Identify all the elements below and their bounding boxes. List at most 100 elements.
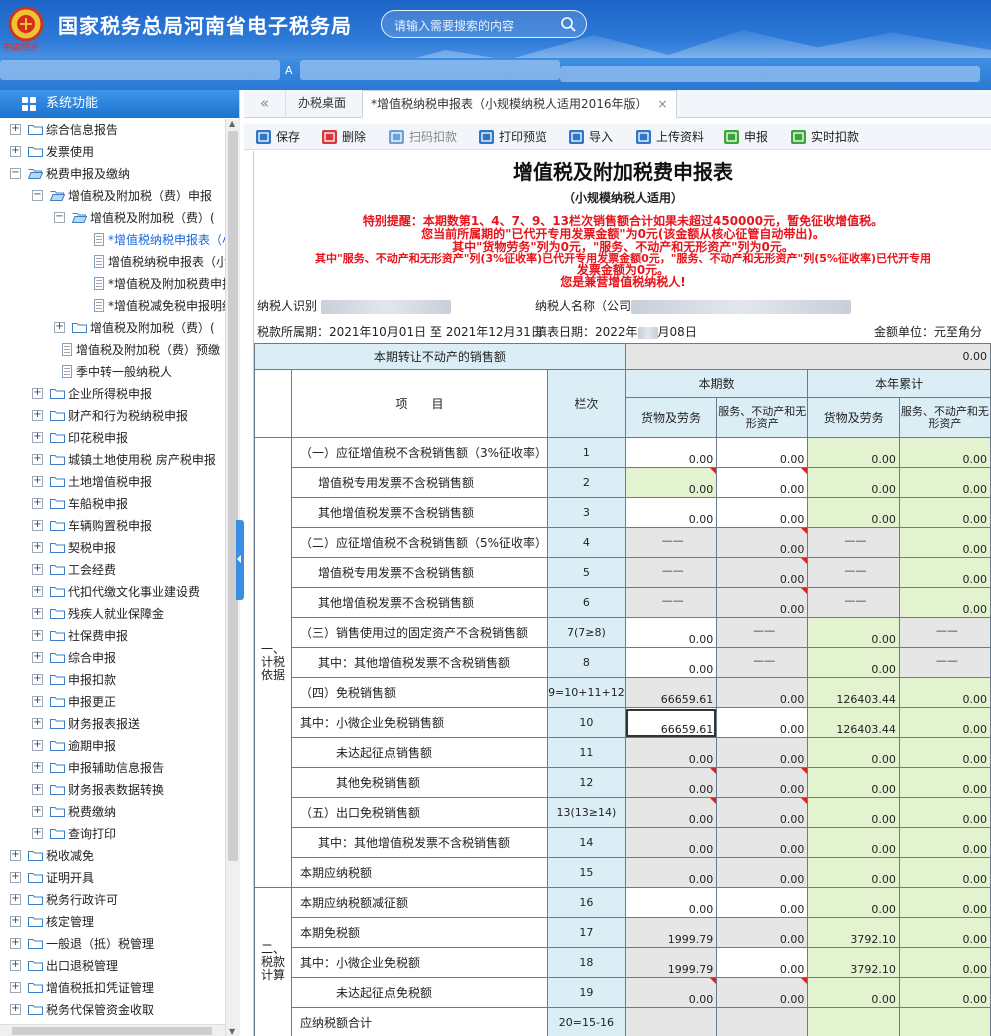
toolbar-button[interactable]: 上传资料: [636, 128, 704, 146]
amount-cell[interactable]: 0.00: [624, 497, 718, 528]
amount-cell[interactable]: 0.00: [898, 527, 991, 558]
sidebar-item[interactable]: 季中转一般纳税人: [0, 361, 225, 383]
amount-cell[interactable]: 0.00: [807, 827, 900, 858]
sidebar-item[interactable]: + 残疾人就业保障金: [0, 603, 225, 625]
expand-icon[interactable]: +: [32, 542, 43, 553]
amount-cell[interactable]: 0.00: [898, 677, 991, 708]
expand-icon[interactable]: +: [10, 982, 21, 993]
sidebar-item[interactable]: + 核定管理: [0, 911, 225, 933]
collapse-icon[interactable]: −: [10, 168, 21, 179]
amount-cell[interactable]: 0.00: [898, 437, 991, 468]
amount-cell[interactable]: [807, 1007, 900, 1036]
sidebar-item[interactable]: − 税费申报及缴纳: [0, 163, 225, 185]
sidebar-item[interactable]: + 契税申报: [0, 537, 225, 559]
hscrollbar-thumb[interactable]: [12, 1027, 212, 1035]
expand-icon[interactable]: +: [32, 762, 43, 773]
amount-cell[interactable]: 3792.10: [807, 917, 900, 948]
amount-cell[interactable]: 0.00: [898, 887, 991, 918]
amount-cell[interactable]: 0.00: [807, 857, 900, 888]
amount-cell[interactable]: 0.00: [898, 737, 991, 768]
sidebar-item[interactable]: + 综合信息报告: [0, 119, 225, 141]
sidebar-item[interactable]: + 代扣代缴文化事业建设费: [0, 581, 225, 603]
expand-icon[interactable]: +: [10, 146, 21, 157]
sidebar-item[interactable]: + 证明开具: [0, 867, 225, 889]
toolbar-button[interactable]: 申报: [724, 128, 768, 146]
close-icon[interactable]: ×: [658, 97, 668, 111]
expand-icon[interactable]: +: [10, 916, 21, 927]
sidebar-item[interactable]: + 申报更正: [0, 691, 225, 713]
sidebar-item[interactable]: + 车辆购置税申报: [0, 515, 225, 537]
amount-cell[interactable]: 0.00: [807, 467, 900, 498]
expand-icon[interactable]: +: [32, 410, 43, 421]
expand-icon[interactable]: +: [54, 322, 65, 333]
expand-icon[interactable]: +: [32, 388, 43, 399]
amount-cell[interactable]: 0.00: [716, 497, 809, 528]
expand-icon[interactable]: +: [32, 718, 43, 729]
amount-cell[interactable]: 0.00: [624, 437, 718, 468]
amount-cell[interactable]: 126403.44: [807, 677, 900, 708]
expand-icon[interactable]: +: [10, 124, 21, 135]
amount-cell[interactable]: 0.00: [898, 767, 991, 798]
sidebar-item[interactable]: + 申报扣款: [0, 669, 225, 691]
sidebar-item[interactable]: + 税务代保管资金收取: [0, 999, 225, 1021]
expand-icon[interactable]: +: [10, 894, 21, 905]
expand-icon[interactable]: +: [32, 454, 43, 465]
sidebar-item[interactable]: + 工会经费: [0, 559, 225, 581]
sidebar-item[interactable]: + 出口退税管理: [0, 955, 225, 977]
amount-cell[interactable]: 0.00: [807, 647, 900, 678]
amount-cell[interactable]: 0.00: [716, 707, 809, 738]
sidebar-hscrollbar[interactable]: [0, 1024, 225, 1036]
sidebar-item[interactable]: + 社保费申报: [0, 625, 225, 647]
sidebar-item[interactable]: + 城镇土地使用税 房产税申报: [0, 449, 225, 471]
sidebar-item[interactable]: + 土地增值税申报: [0, 471, 225, 493]
amount-cell[interactable]: 0.00: [807, 977, 900, 1008]
sidebar-item[interactable]: + 税费缴纳: [0, 801, 225, 823]
sidebar-item[interactable]: + 财务报表报送: [0, 713, 225, 735]
expand-icon[interactable]: +: [32, 828, 43, 839]
amount-cell[interactable]: 0.00: [624, 467, 718, 498]
amount-cell[interactable]: 0.00: [624, 617, 718, 648]
expand-icon[interactable]: +: [32, 520, 43, 531]
expand-icon[interactable]: +: [32, 784, 43, 795]
amount-cell[interactable]: 0.00: [898, 497, 991, 528]
amount-cell[interactable]: 0.00: [898, 857, 991, 888]
amount-cell[interactable]: 0.00: [807, 617, 900, 648]
expand-icon[interactable]: +: [10, 1004, 21, 1015]
amount-cell[interactable]: 0.00: [716, 947, 809, 978]
amount-cell[interactable]: 0.00: [898, 827, 991, 858]
sidebar-item[interactable]: *增值税减免税申报明细: [0, 295, 225, 317]
amount-cell[interactable]: 0.00: [716, 887, 809, 918]
sidebar-item[interactable]: 增值税及附加税（费）预缴: [0, 339, 225, 361]
tab-home[interactable]: 办税桌面: [290, 90, 354, 118]
amount-cell[interactable]: 0.00: [716, 467, 809, 498]
expand-icon[interactable]: +: [32, 652, 43, 663]
sidebar-item[interactable]: + 企业所得税申报: [0, 383, 225, 405]
sidebar-item[interactable]: + 增值税及附加税（费）(: [0, 317, 225, 339]
sidebar-header[interactable]: 系统功能: [0, 90, 239, 118]
expand-icon[interactable]: +: [32, 740, 43, 751]
toolbar-button[interactable]: 实时扣款: [791, 128, 859, 146]
tab-scroll-back-button[interactable]: «: [244, 90, 286, 117]
expand-icon[interactable]: +: [10, 872, 21, 883]
expand-icon[interactable]: +: [32, 674, 43, 685]
sidebar-item[interactable]: + 财务报表数据转换: [0, 779, 225, 801]
amount-cell[interactable]: 0.00: [898, 917, 991, 948]
toolbar-button[interactable]: 打印预览: [479, 128, 547, 146]
amount-cell[interactable]: 0.00: [624, 647, 718, 678]
sidebar-item[interactable]: + 逾期申报: [0, 735, 225, 757]
sidebar-item[interactable]: + 税务行政许可: [0, 889, 225, 911]
sidebar-item[interactable]: + 申报辅助信息报告: [0, 757, 225, 779]
amount-cell[interactable]: 0.00: [716, 437, 809, 468]
expand-icon[interactable]: +: [32, 630, 43, 641]
expand-icon[interactable]: +: [32, 806, 43, 817]
sidebar-item[interactable]: − 增值税及附加税（费）申报: [0, 185, 225, 207]
tab-current-form[interactable]: *增值税纳税申报表（小规模纳税人适用2016年版） ×: [362, 90, 677, 118]
sidebar-item[interactable]: *增值税及附加税费申报: [0, 273, 225, 295]
scrollbar-thumb[interactable]: [228, 131, 238, 861]
amount-cell[interactable]: 0.00: [807, 737, 900, 768]
expand-icon[interactable]: +: [32, 564, 43, 575]
toolbar-button[interactable]: 保存: [256, 128, 300, 146]
sidebar-item[interactable]: 增值税纳税申报表（小规: [0, 251, 225, 273]
scroll-down-icon[interactable]: ▼: [229, 1027, 235, 1036]
amount-cell[interactable]: 0.00: [898, 557, 991, 588]
